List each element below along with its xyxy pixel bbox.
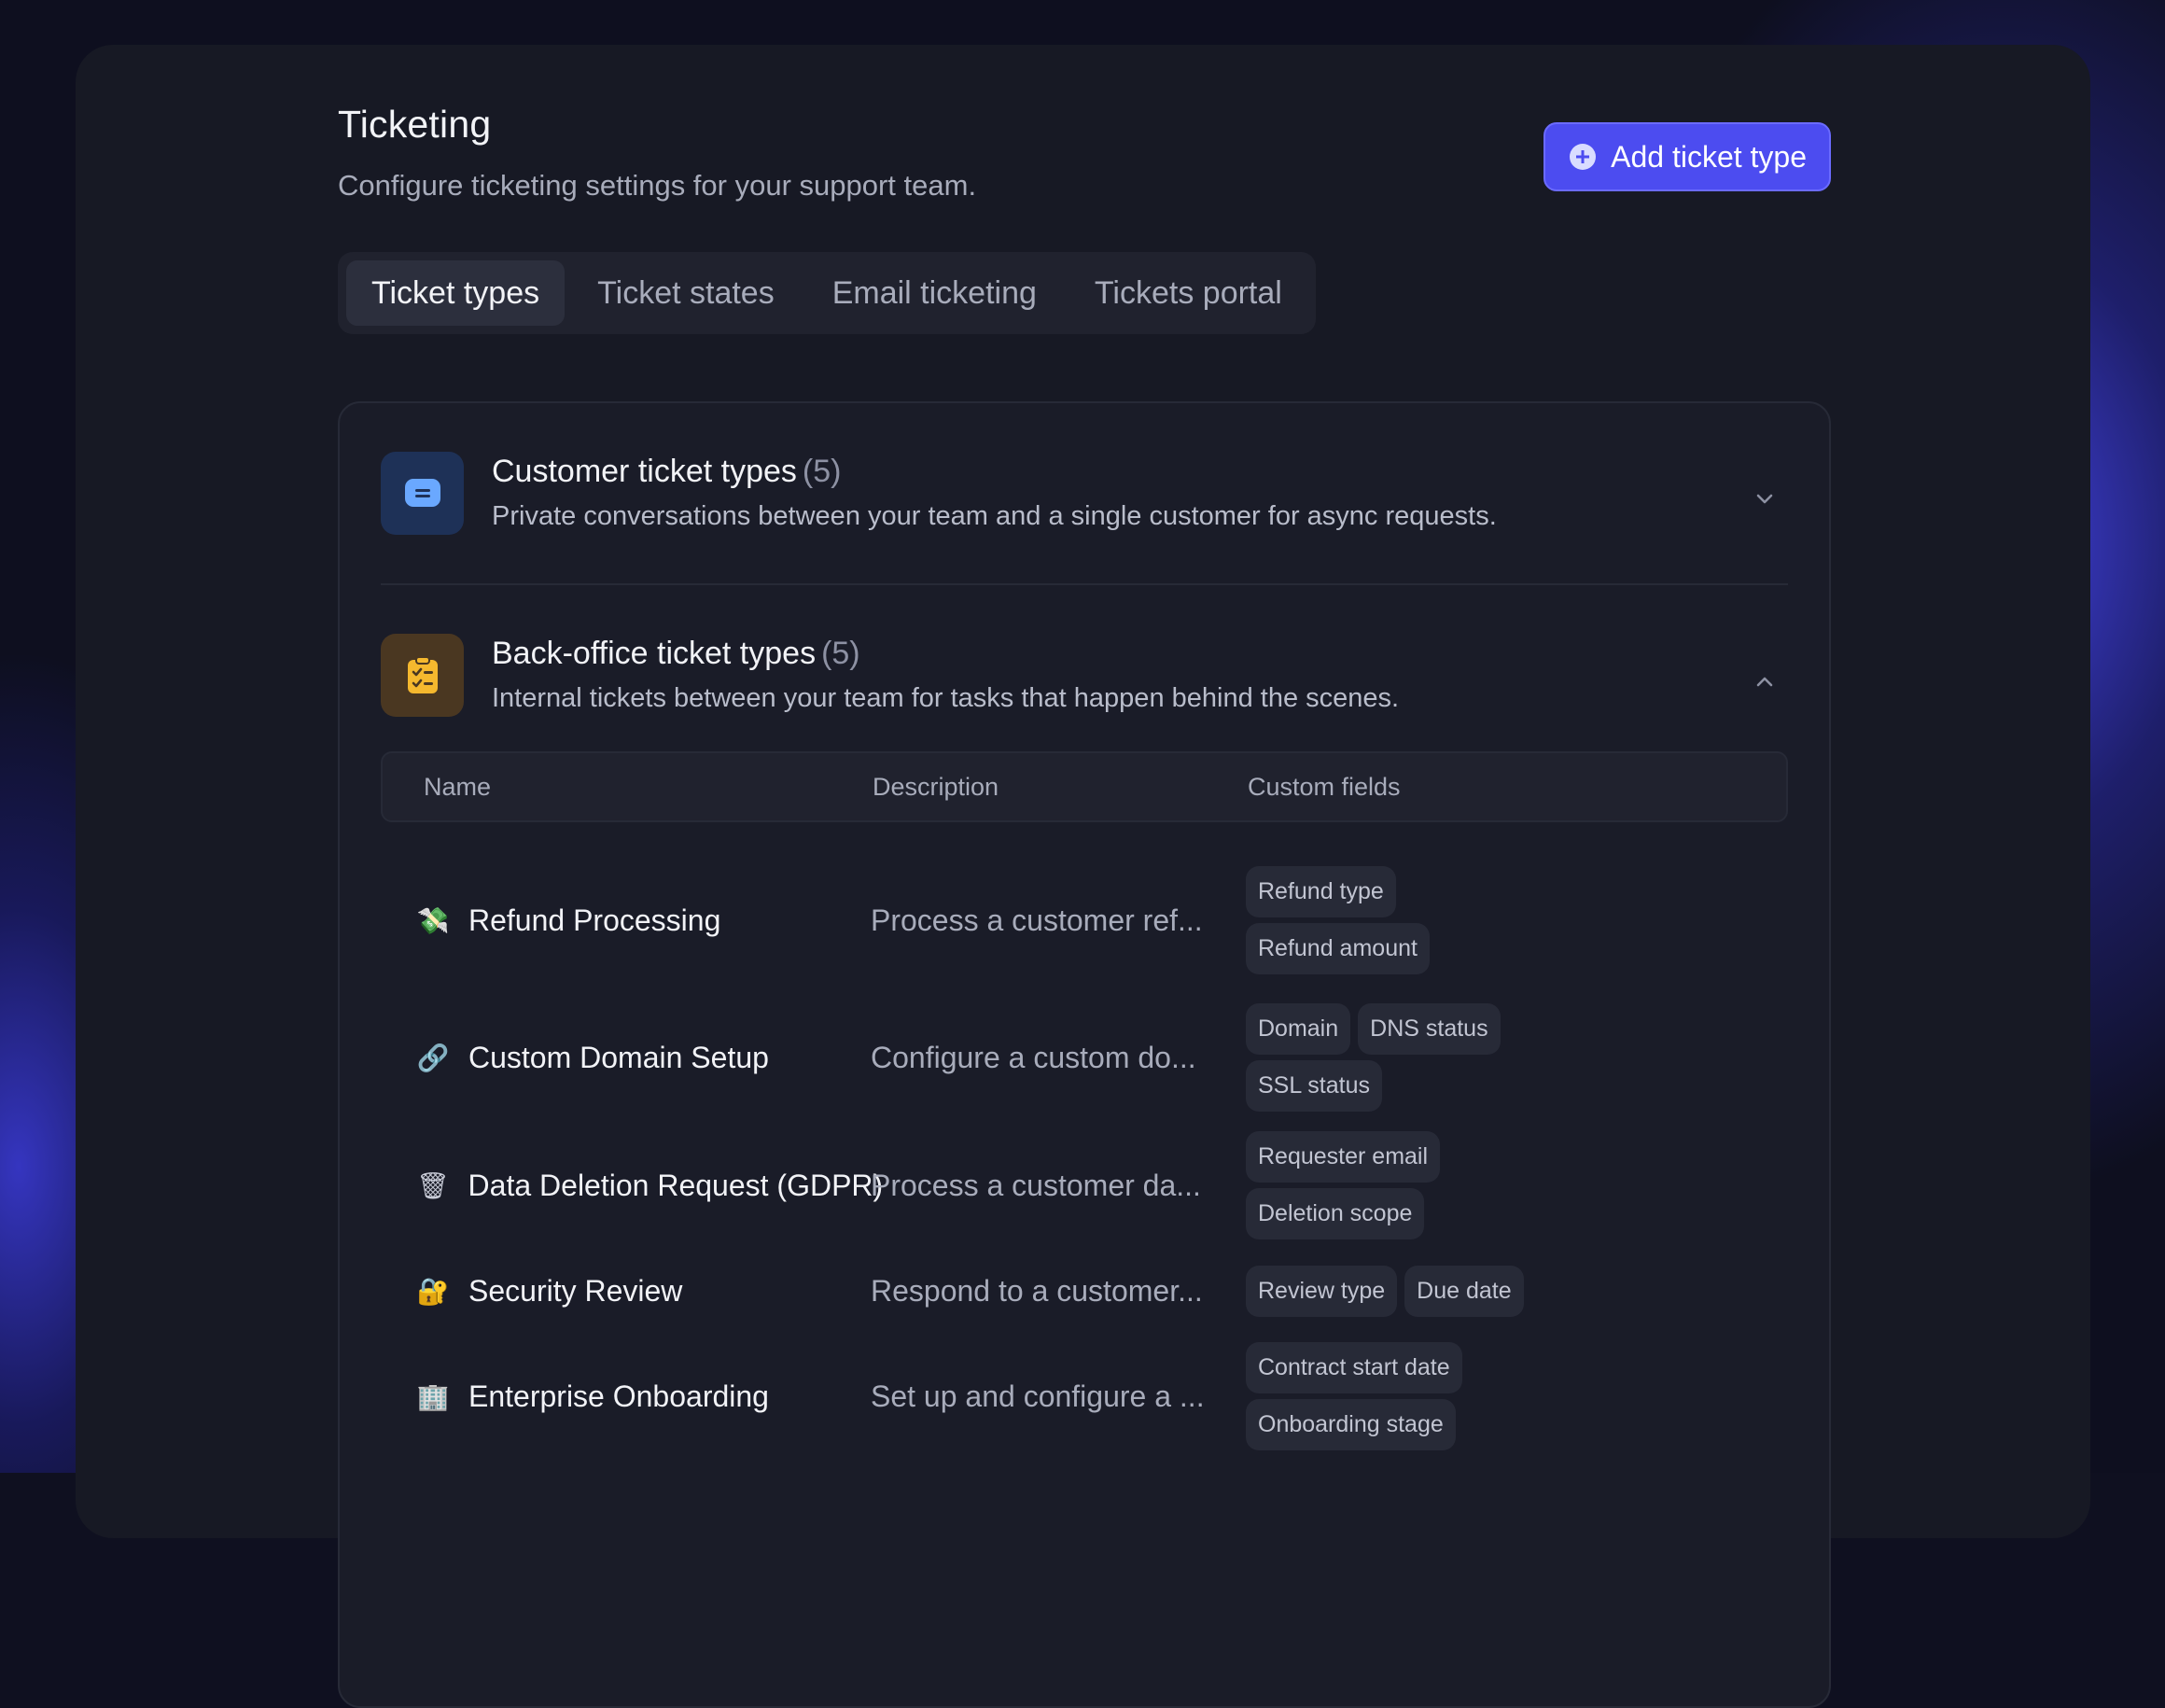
customer-section-description: Private conversations between your team …	[492, 501, 1497, 532]
row-custom-fields: Refund type Refund amount	[1246, 866, 1788, 974]
row-name: Data Deletion Request (GDPR)	[468, 1169, 884, 1203]
table-row[interactable]: 💸 Refund Processing Process a customer r…	[381, 841, 1788, 1000]
column-header-description: Description	[873, 773, 1248, 802]
table-header: Name Description Custom fields	[381, 751, 1788, 822]
row-description: Process a customer da...	[871, 1169, 1246, 1203]
clipboard-checklist-icon	[381, 634, 464, 717]
link-icon: 🔗	[416, 1043, 450, 1073]
table-row[interactable]: 🔐 Security Review Respond to a customer.…	[381, 1255, 1788, 1326]
plus-circle-icon	[1570, 144, 1596, 170]
table-row[interactable]: 🗑 Data Deletion Request (GDPR) Process a…	[381, 1115, 1788, 1255]
customer-section-title-label: Customer ticket types	[492, 454, 797, 489]
chevron-up-icon[interactable]	[1749, 665, 1781, 697]
row-custom-fields: Contract start date Onboarding stage	[1246, 1342, 1788, 1450]
chevron-down-icon[interactable]	[1749, 483, 1781, 515]
office-building-icon: 🏢	[416, 1381, 450, 1412]
tab-email-ticketing[interactable]: Email ticketing	[807, 260, 1062, 326]
row-name: Custom Domain Setup	[468, 1041, 769, 1075]
tab-bar: Ticket types Ticket states Email ticketi…	[338, 252, 1316, 334]
row-custom-fields: Requester email Deletion scope	[1246, 1131, 1788, 1239]
chip-list: Domain DNS status SSL status	[1246, 1003, 1526, 1112]
field-chip: Requester email	[1246, 1131, 1440, 1183]
field-chip: DNS status	[1358, 1003, 1500, 1055]
row-custom-fields: Domain DNS status SSL status	[1246, 1003, 1788, 1112]
customer-section-title: Customer ticket types(5)	[492, 454, 1497, 490]
customer-ticket-types-section[interactable]: Customer ticket types(5) Private convers…	[381, 403, 1788, 585]
field-chip: Domain	[1246, 1003, 1350, 1055]
field-chip: SSL status	[1246, 1060, 1382, 1112]
row-name-cell: 🗑 Data Deletion Request (GDPR)	[381, 1169, 871, 1203]
row-description: Configure a custom do...	[871, 1041, 1246, 1075]
table-row[interactable]: 🔗 Custom Domain Setup Configure a custom…	[381, 1000, 1788, 1115]
table-row[interactable]: 🏢 Enterprise Onboarding Set up and confi…	[381, 1326, 1788, 1466]
row-name: Security Review	[468, 1274, 682, 1309]
back-office-ticket-types-section[interactable]: Back-office ticket types(5) Internal tic…	[381, 585, 1788, 751]
column-header-name: Name	[383, 773, 873, 802]
row-name: Enterprise Onboarding	[468, 1379, 769, 1414]
row-name-cell: 🏢 Enterprise Onboarding	[381, 1379, 871, 1414]
row-name-cell: 🔐 Security Review	[381, 1274, 871, 1309]
backoffice-section-count: (5)	[821, 636, 860, 671]
page-header: Ticketing Configure ticketing settings f…	[338, 103, 1831, 215]
backoffice-section-title: Back-office ticket types(5)	[492, 636, 1399, 672]
tab-ticket-states[interactable]: Ticket states	[572, 260, 800, 326]
ticketing-settings: Ticketing Configure ticketing settings f…	[338, 103, 1831, 1708]
add-ticket-type-label: Add ticket type	[1611, 140, 1807, 175]
chip-list: Requester email Deletion scope	[1246, 1131, 1526, 1239]
backoffice-section-description: Internal tickets between your team for t…	[492, 683, 1399, 714]
backoffice-section-text: Back-office ticket types(5) Internal tic…	[492, 636, 1399, 714]
row-name: Refund Processing	[468, 903, 720, 938]
field-chip: Contract start date	[1246, 1342, 1462, 1393]
field-chip: Refund type	[1246, 866, 1396, 917]
tab-ticket-types[interactable]: Ticket types	[346, 260, 565, 326]
field-chip: Onboarding stage	[1246, 1399, 1456, 1450]
column-header-custom-fields: Custom fields	[1248, 773, 1786, 802]
chip-list: Review type Due date	[1246, 1266, 1563, 1317]
field-chip: Due date	[1404, 1266, 1523, 1317]
chip-list: Contract start date Onboarding stage	[1246, 1342, 1526, 1450]
money-icon: 💸	[416, 905, 450, 936]
chip-list: Refund type Refund amount	[1246, 866, 1526, 974]
field-chip: Deletion scope	[1246, 1188, 1424, 1239]
field-chip: Review type	[1246, 1266, 1397, 1317]
row-name-cell: 🔗 Custom Domain Setup	[381, 1041, 871, 1075]
lock-with-key-icon: 🔐	[416, 1276, 450, 1307]
row-description: Process a customer ref...	[871, 903, 1246, 938]
backoffice-section-title-label: Back-office ticket types	[492, 636, 816, 671]
chat-bubble-icon	[381, 452, 464, 535]
row-custom-fields: Review type Due date	[1246, 1266, 1788, 1317]
row-name-cell: 💸 Refund Processing	[381, 903, 871, 938]
trash-can-icon: 🗑	[416, 1170, 450, 1201]
ticket-types-card: Customer ticket types(5) Private convers…	[338, 401, 1831, 1708]
tab-tickets-portal[interactable]: Tickets portal	[1069, 260, 1307, 326]
row-description: Set up and configure a ...	[871, 1379, 1246, 1414]
customer-section-text: Customer ticket types(5) Private convers…	[492, 454, 1497, 532]
customer-section-count: (5)	[803, 454, 842, 489]
field-chip: Refund amount	[1246, 923, 1430, 974]
row-description: Respond to a customer...	[871, 1274, 1246, 1309]
add-ticket-type-button[interactable]: Add ticket type	[1543, 122, 1831, 191]
